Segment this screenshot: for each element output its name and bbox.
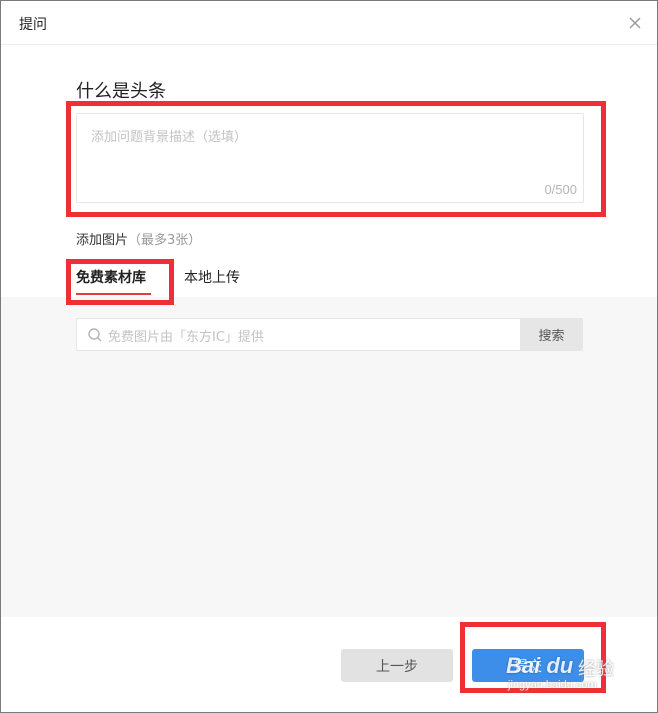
search-icon xyxy=(87,327,103,343)
search-placeholder: 免费图片由「东方IC」提供 xyxy=(108,330,264,345)
close-icon[interactable] xyxy=(627,15,643,31)
add-image-text: 添加图片 xyxy=(76,233,129,248)
dialog-title: 提问 xyxy=(19,17,47,33)
search-icon-glyph xyxy=(88,328,102,342)
close-icon-glyph xyxy=(629,17,641,29)
tab-local-upload[interactable]: 本地上传 xyxy=(184,267,240,287)
add-image-label: 添加图片（最多3张） xyxy=(76,229,201,248)
description-textarea[interactable]: 添加问题背景描述（选填） 0/500 xyxy=(76,113,584,203)
add-image-hint: （最多3张） xyxy=(128,233,202,248)
previous-step-button[interactable]: 上一步 xyxy=(341,649,453,682)
active-tab-indicator xyxy=(76,293,151,295)
search-button[interactable]: 搜索 xyxy=(520,318,583,351)
image-search-input[interactable]: 免费图片由「东方IC」提供 xyxy=(76,318,521,351)
dialog-header: 提问 xyxy=(1,1,657,45)
submit-button[interactable]: 提交 xyxy=(472,649,584,682)
tab-free-library[interactable]: 免费素材库 xyxy=(76,267,146,287)
question-title: 什么是头条 xyxy=(76,81,166,102)
char-counter: 0/500 xyxy=(544,182,577,197)
ask-question-dialog: 提问 什么是头条 添加问题背景描述（选填） 0/500 添加图片（最多3张） 免… xyxy=(0,0,658,713)
description-placeholder: 添加问题背景描述（选填） xyxy=(91,130,248,145)
